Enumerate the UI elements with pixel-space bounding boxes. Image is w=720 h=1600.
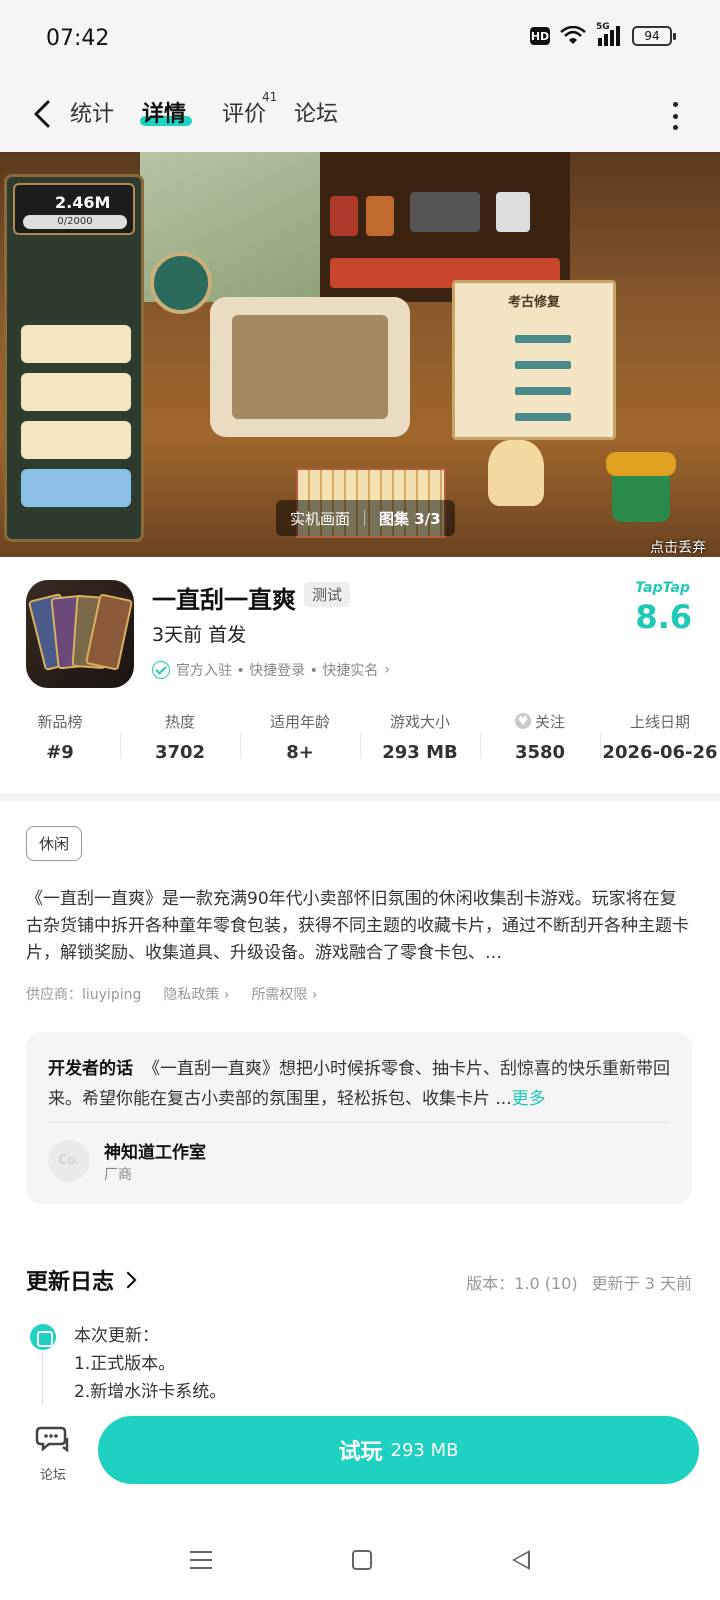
battery-icon: 94	[632, 26, 676, 46]
recent-apps-icon[interactable]	[190, 1551, 212, 1569]
tab-reviews[interactable]: 评价	[222, 96, 266, 128]
verified-check-icon	[152, 661, 170, 679]
follow-heart-icon: ♥	[514, 713, 531, 729]
section-divider	[0, 793, 720, 801]
changelog-icon	[30, 1324, 56, 1350]
gallery-caption: 实机画面 图集 3/3	[276, 500, 455, 536]
more-options-icon[interactable]	[670, 98, 680, 134]
developer-note[interactable]: 开发者的话 《一直刮一直爽》想把小时候拆零食、抽卡片、刮惊喜的快乐重新带回来。希望…	[26, 1032, 692, 1204]
changelog-body: 本次更新： 1.正式版本。 2.新增水浒卡系统。	[74, 1326, 227, 1402]
lucky-cat-illustration	[488, 440, 544, 506]
forum-button[interactable]: 论坛	[28, 1424, 78, 1483]
permissions-link[interactable]: 所需权限 ›	[251, 984, 317, 1004]
stat-new-rank[interactable]: 新品榜 #9	[0, 710, 120, 778]
verified-row[interactable]: 官方入驻 • 快捷登录 • 快捷实名 ›	[152, 660, 390, 680]
discard-label: 点击丢弃	[650, 540, 706, 556]
screenshot-gallery[interactable]: 2.46M 0/2000 考古修复 实机画面 图集 3/3 点击丢弃	[0, 152, 720, 557]
stat-age-rating: 适用年龄 8+	[240, 710, 360, 778]
chevron-right-icon	[119, 1271, 137, 1289]
system-navigation	[0, 1520, 720, 1600]
stat-game-size: 游戏大小 293 MB	[360, 710, 480, 778]
status-icons: HD 5G 94	[530, 22, 676, 46]
changelog-title[interactable]: 更新日志	[26, 1264, 137, 1296]
developer-name[interactable]: 神知道工作室	[104, 1138, 206, 1163]
game-side-panel: 2.46M 0/2000	[4, 174, 144, 542]
updated-text: 更新于 3 天前	[591, 1274, 692, 1293]
stat-launch-date: 上线日期 2026-06-26	[600, 710, 720, 778]
stat-followers[interactable]: ♥ 关注 3580	[480, 710, 600, 778]
tab-stats[interactable]: 统计	[70, 96, 114, 128]
release-info: 3天前 首发	[152, 624, 247, 646]
more-link[interactable]: 更多	[512, 1089, 546, 1109]
dig-sandbox-illustration	[210, 297, 410, 437]
rating-score[interactable]: 8.6	[635, 598, 692, 636]
wifi-icon	[560, 26, 586, 46]
taptap-logo: TapTap	[635, 580, 690, 596]
tab-forum[interactable]: 论坛	[294, 96, 338, 128]
app-title: 一直刮一直爽	[152, 586, 296, 614]
gallery-counter: 图集 3/3	[379, 509, 441, 528]
stat-popularity: 热度 3702	[120, 710, 240, 778]
top-nav: 统计 详情 评价 41 论坛	[0, 80, 720, 152]
forum-chat-icon	[35, 1426, 69, 1453]
app-icon	[26, 580, 134, 688]
developer-heading: 开发者的话	[48, 1059, 133, 1079]
signal-icon: 5G	[596, 22, 622, 46]
developer-role: 厂商	[104, 1167, 132, 1183]
privacy-link[interactable]: 隐私政策 ›	[163, 984, 229, 1004]
try-play-button[interactable]: 试玩 293 MB	[98, 1416, 699, 1484]
chevron-right-icon: ›	[384, 662, 390, 678]
fan-illustration	[150, 252, 212, 314]
meta-links: 供应商：liuyiping 隐私政策 › 所需权限 ›	[26, 984, 318, 1004]
version-text: 版本：1.0 (10)	[466, 1274, 578, 1293]
test-badge: 测试	[304, 582, 351, 607]
hd-icon: HD	[530, 27, 550, 45]
stats-row: 新品榜 #9 热度 3702 适用年龄 8+ 游戏大小 293 MB ♥ 关注 3…	[0, 710, 720, 778]
tab-details[interactable]: 详情	[142, 96, 186, 128]
archaeology-card: 考古修复	[452, 280, 616, 440]
coin-progress: 0/2000	[23, 215, 127, 229]
status-time: 07:42	[46, 26, 110, 51]
developer-avatar[interactable]: Co.	[48, 1140, 90, 1182]
system-back-icon[interactable]	[512, 1550, 530, 1570]
back-arrow-icon[interactable]	[26, 94, 66, 134]
bottom-action-bar: 论坛 试玩 293 MB	[0, 1404, 720, 1514]
genre-tag[interactable]: 休闲	[26, 826, 83, 861]
provider-text: 供应商：liuyiping	[26, 987, 142, 1003]
coin-amount: 2.46M	[55, 193, 111, 212]
status-bar: 07:42 HD 5G 94	[0, 0, 720, 80]
developer-text: 《一直刮一直爽》想把小时候拆零食、抽卡片、刮惊喜的快乐重新带回来。希望你能在复古…	[48, 1059, 670, 1109]
home-icon[interactable]	[352, 1550, 372, 1570]
changelog-meta: 版本：1.0 (10) 更新于 3 天前	[466, 1270, 692, 1294]
game-description[interactable]: 《一直刮一直爽》是一款充满90年代小卖部怀旧氛围的休闲收集刮卡游戏。玩家将在复古…	[26, 886, 692, 967]
